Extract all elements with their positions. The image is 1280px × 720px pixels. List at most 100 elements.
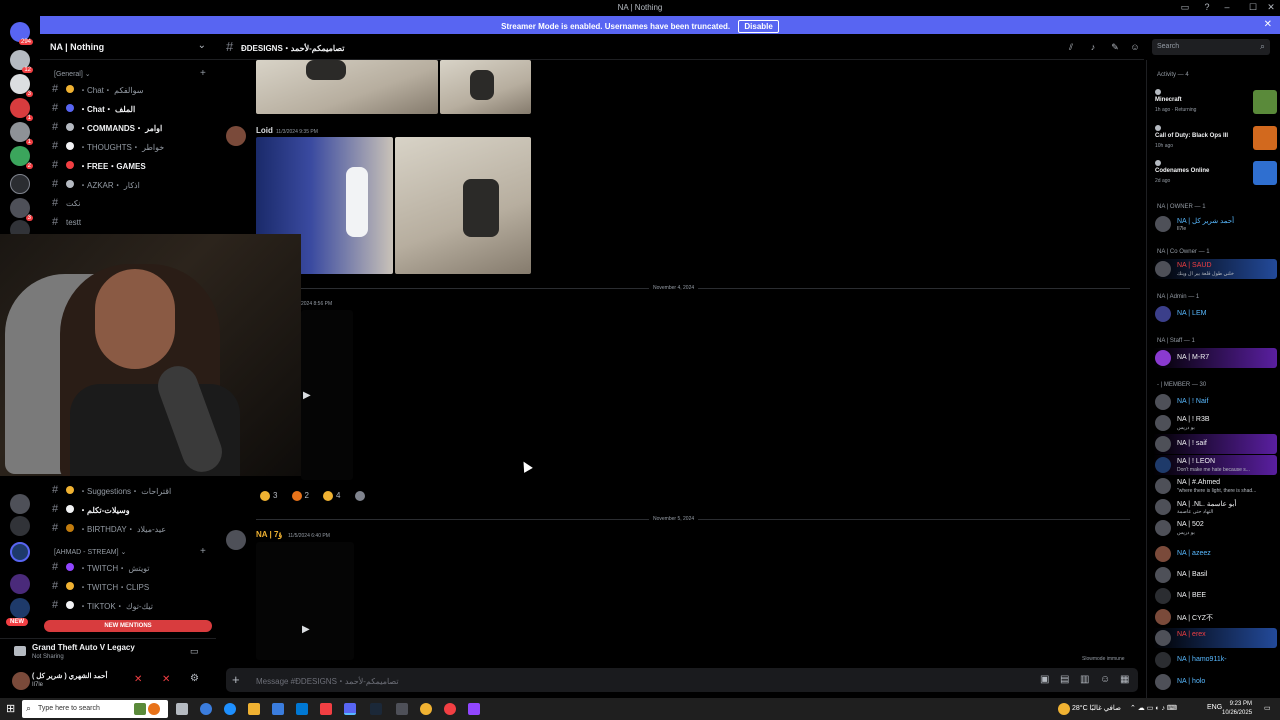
avatar[interactable] [226,126,246,146]
share-screen-icon[interactable]: ▭ [190,646,199,657]
add-attachment-icon[interactable]: + [232,672,240,687]
message-composer[interactable]: + Message #ĐDESIGNS・تصاميمكم-لأحمد ▣ ▤ ▥… [226,668,1138,692]
server-icon[interactable]: 3 [10,198,33,221]
avatar[interactable] [148,703,160,715]
message-author[interactable]: NA | 7ؤ [256,530,282,539]
avatar[interactable] [226,530,246,550]
message-image[interactable] [395,137,531,274]
reaction-button[interactable]: 3 [256,488,281,504]
message-image[interactable] [440,60,531,114]
channel-item[interactable]: # ・TIKTOK・ تيك-توك [50,598,210,614]
file-explorer-icon[interactable] [248,703,260,715]
maximize-button[interactable]: ☐ [1244,2,1262,13]
server-icon[interactable] [10,542,30,562]
member-item[interactable]: NA | SAUD خلني طول قلعة بير ال وينك [1153,259,1277,279]
category-ahmad-stream[interactable]: [AHMAD - STREAM] ⌄ + [54,546,206,557]
server-icon[interactable] [10,516,30,536]
chrome-icon[interactable] [420,703,432,715]
channel-item[interactable]: # ・TWITCH・ تويتش [50,560,210,576]
add-channel-icon[interactable]: + [200,68,206,79]
new-mentions-pill[interactable]: NEW MENTIONS [44,620,212,632]
app-icon[interactable] [468,703,480,715]
app-icon[interactable] [200,703,212,715]
server-icon[interactable] [10,494,30,514]
minimize-button[interactable]: – [1218,2,1236,12]
search-input[interactable]: Search ⌕ [1152,39,1270,55]
activity-card[interactable]: Call of Duty: Black Ops III 10h ago [1153,124,1277,156]
obs-icon[interactable] [444,703,456,715]
chevron-down-icon[interactable]: ⌄ [198,40,206,51]
terminal-icon[interactable] [396,703,408,715]
windows-start-icon[interactable]: ⊞ [6,702,15,715]
new-servers-pill[interactable]: NEW [6,618,28,626]
member-item[interactable]: NA | CYZ不 [1153,607,1277,627]
brave-icon[interactable] [320,703,332,715]
member-item[interactable]: NA | holo [1153,672,1277,692]
member-item[interactable]: NA | أحمد شرير كل Il7le [1153,214,1277,234]
task-view-icon[interactable] [176,703,188,715]
video-attachment[interactable]: ▶ [256,542,354,660]
taskbar-search-input[interactable]: ⌕ Type here to search [22,700,168,718]
weather-text[interactable]: 28°C صافي غالبًا [1072,704,1121,712]
add-reaction-button[interactable] [351,488,372,504]
channel-item[interactable]: # ・AZKAR・ اذكار [50,177,210,193]
video-attachment[interactable]: ▶ [301,310,353,480]
store-icon[interactable] [272,703,284,715]
member-item[interactable]: NA | ! saif [1153,434,1277,454]
channel-item[interactable]: # ・TWITCH・CLIPS [50,579,210,595]
pin-icon[interactable]: ✎ [1110,42,1120,52]
member-item[interactable]: NA | #.Ahmed "where there is light, there… [1153,476,1277,496]
server-icon[interactable] [10,574,30,594]
server-icon[interactable] [10,174,30,194]
channel-item[interactable]: # ・Suggestions・ اقتراحات [50,483,210,499]
sticker-icon[interactable]: ▥ [1080,674,1089,685]
member-item[interactable]: NA | hamo911k- [1153,650,1277,670]
language-indicator[interactable]: ENG [1207,704,1222,711]
gif-icon[interactable]: ▤ [1060,674,1069,685]
reaction-button[interactable]: 2 [288,488,313,504]
plant-widget-icon[interactable] [134,703,146,715]
taskbar-clock[interactable]: 9:23 PM 10/26/2025 [1222,700,1252,718]
reaction-button[interactable]: 4 [319,488,344,504]
member-item[interactable]: NA | ! LEON Don't make me hate because s.… [1153,455,1277,475]
member-item[interactable]: NA | 502 بو دريس [1153,518,1277,538]
inbox-icon[interactable]: ▭ [1176,2,1194,13]
members-icon[interactable]: ☺ [1130,42,1140,52]
channel-item[interactable]: # ・وسيلات-تكلم [50,502,210,518]
headphones-muted-icon[interactable]: ✕ [162,674,170,685]
close-window-button[interactable]: ✕ [1262,2,1280,13]
channel-item[interactable]: # ・BIRTHDAY・ عيد-ميلاد [50,521,210,537]
server-icon[interactable]: 12 [10,50,33,73]
member-item[interactable]: NA | LEM [1153,304,1277,324]
member-item[interactable]: NA | ! R3B بو دريس [1153,413,1277,433]
member-item[interactable]: NA | M-R7 [1153,348,1277,368]
close-banner-icon[interactable]: ✕ [1264,19,1272,30]
discord-icon[interactable] [344,703,356,715]
bell-icon[interactable]: ♪ [1088,42,1098,52]
play-icon[interactable]: ▶ [303,390,311,401]
mic-muted-icon[interactable]: ✕ [134,674,142,685]
edge-icon[interactable] [224,703,236,715]
disable-streamer-mode-button[interactable]: Disable [738,20,779,33]
channel-item[interactable]: # ・Chat・ سوالفكم [50,82,210,98]
channel-item[interactable]: # ・FREE・GAMES [50,158,210,174]
member-item[interactable]: NA | Basil [1153,565,1277,585]
member-item[interactable]: NA | .NL. أبو عاسمة التهاد حتى عاصمة [1153,497,1277,517]
play-icon[interactable]: ▶ [302,624,310,635]
steam-icon[interactable] [370,703,382,715]
mail-icon[interactable] [296,703,308,715]
home-discord-icon[interactable]: 294 [10,22,33,45]
gear-icon[interactable]: ⚙ [190,673,199,684]
emoji-icon[interactable]: ☺ [1100,674,1110,685]
apps-icon[interactable]: ▦ [1120,674,1129,685]
channel-item[interactable]: # testt [50,215,210,231]
message-image[interactable] [256,60,438,114]
server-icon[interactable] [10,598,30,618]
server-icon[interactable]: 2 [10,146,33,169]
server-icon[interactable]: 3 [10,74,33,97]
activity-card[interactable]: Minecraft 1h ago · Returning [1153,88,1277,120]
member-item[interactable]: NA | ! Naif [1153,392,1277,412]
gift-icon[interactable]: ▣ [1040,674,1049,685]
channel-item[interactable]: # ・COMMANDS・ اوامر [50,120,210,136]
server-icon[interactable]: 1 [10,122,33,145]
